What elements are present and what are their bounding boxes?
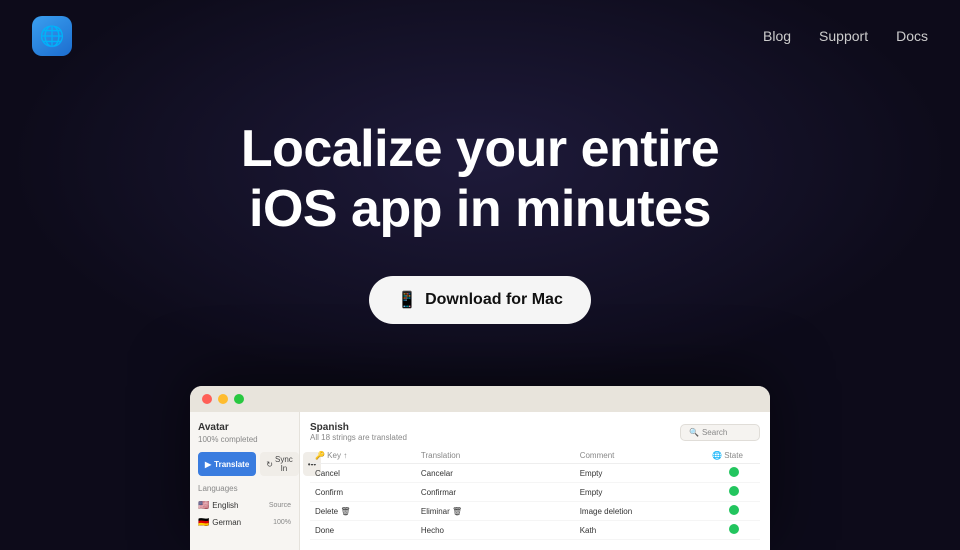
translation-done: Hecho	[416, 521, 575, 540]
table-row: Done Hecho Kath	[310, 521, 760, 540]
app-window: Avatar 100% completed ▶ Translate ↻ Sync…	[190, 386, 770, 550]
col-translation: Translation	[416, 448, 575, 464]
nav-docs[interactable]: Docs	[896, 28, 928, 44]
sidebar-actions: ▶ Translate ↻ Sync In •••	[198, 452, 291, 476]
comment-cancel: Empty	[575, 464, 707, 483]
nav-support[interactable]: Support	[819, 28, 868, 44]
hero-section: Localize your entire iOS app in minutes …	[0, 72, 960, 324]
nav-blog[interactable]: Blog	[763, 28, 791, 44]
lang-german: 🇩🇪 German 100%	[198, 514, 291, 531]
flag-de: 🇩🇪	[198, 517, 209, 528]
download-button[interactable]: 📱 Download for Mac	[369, 276, 591, 324]
table-row: Confirm Confirmar Empty	[310, 483, 760, 502]
project-progress: 100% completed	[198, 435, 291, 444]
col-comment: Comment	[575, 448, 707, 464]
sync-button[interactable]: ↻ Sync In	[260, 452, 299, 476]
logo[interactable]: 🌐	[32, 16, 72, 56]
search-bar[interactable]: 🔍 Search	[680, 424, 760, 441]
maximize-dot	[234, 394, 244, 404]
app-sidebar: Avatar 100% completed ▶ Translate ↻ Sync…	[190, 412, 300, 550]
translate-button[interactable]: ▶ Translate	[198, 452, 256, 476]
navbar: 🌐 Blog Support Docs	[0, 0, 960, 72]
hero-title: Localize your entire iOS app in minutes	[241, 120, 719, 240]
state-done	[707, 521, 760, 540]
app-body: Avatar 100% completed ▶ Translate ↻ Sync…	[190, 412, 770, 550]
key-done: Done	[310, 521, 416, 540]
lang-german-badge: 100%	[273, 519, 291, 526]
minimize-dot	[218, 394, 228, 404]
play-icon: ▶	[205, 460, 211, 469]
phone-icon: 📱	[397, 290, 417, 310]
col-state: 🌐 State	[707, 448, 760, 464]
lang-german-name: German	[212, 518, 241, 527]
key-delete: Delete 🗑	[310, 502, 416, 521]
lang-english-name: English	[212, 501, 238, 510]
section-title: Spanish	[310, 422, 407, 433]
flag-us: 🇺🇸	[198, 500, 209, 511]
translation-cancel: Cancelar	[416, 464, 575, 483]
state-confirm	[707, 483, 760, 502]
close-dot	[202, 394, 212, 404]
table-row: Cancel Cancelar Empty	[310, 464, 760, 483]
table-row: Delete 🗑 Eliminar 🗑 Image deletion	[310, 502, 760, 521]
window-titlebar	[190, 386, 770, 412]
translation-delete: Eliminar 🗑	[416, 502, 575, 521]
lang-english-badge: Source	[269, 502, 291, 509]
state-cancel	[707, 464, 760, 483]
search-icon: 🔍	[689, 428, 699, 437]
nav-links: Blog Support Docs	[763, 28, 928, 44]
section-subtitle: All 18 strings are translated	[310, 433, 407, 442]
sync-icon: ↻	[266, 460, 273, 469]
app-preview: Avatar 100% completed ▶ Translate ↻ Sync…	[190, 386, 770, 550]
comment-done: Kath	[575, 521, 707, 540]
table-header-row: 🔑 Key ↑ Translation Comment 🌐 State	[310, 448, 760, 464]
key-cancel: Cancel	[310, 464, 416, 483]
lang-english: 🇺🇸 English Source	[198, 497, 291, 514]
search-placeholder: Search	[702, 428, 727, 437]
logo-icon: 🌐	[40, 24, 65, 49]
project-name: Avatar	[198, 422, 291, 433]
section-info: Spanish All 18 strings are translated	[310, 422, 407, 442]
main-content: Spanish All 18 strings are translated 🔍 …	[300, 412, 770, 550]
translations-table: 🔑 Key ↑ Translation Comment 🌐 State Canc…	[310, 448, 760, 540]
comment-confirm: Empty	[575, 483, 707, 502]
comment-delete: Image deletion	[575, 502, 707, 521]
col-key: 🔑 Key ↑	[310, 448, 416, 464]
state-delete	[707, 502, 760, 521]
key-confirm: Confirm	[310, 483, 416, 502]
languages-label: Languages	[198, 484, 291, 493]
table-header: Spanish All 18 strings are translated 🔍 …	[310, 422, 760, 442]
translation-confirm: Confirmar	[416, 483, 575, 502]
